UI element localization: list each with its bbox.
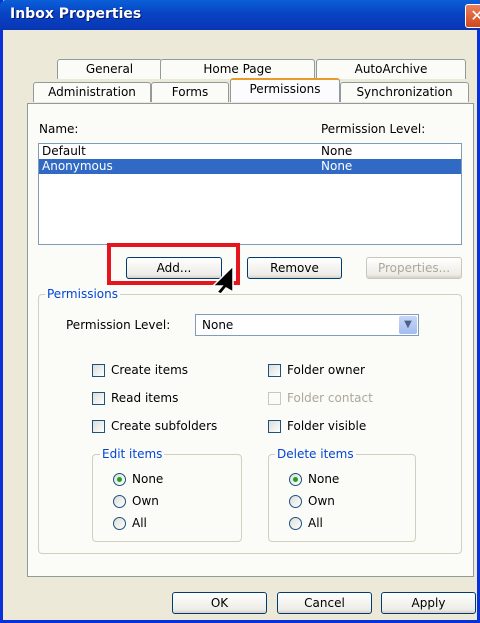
edit-items-none-radio[interactable] — [113, 473, 126, 486]
list-item-level: None — [321, 159, 353, 173]
delete-items-all-radio[interactable] — [289, 517, 302, 530]
delete-items-own-radio[interactable] — [289, 495, 302, 508]
read-items-checkbox[interactable] — [92, 392, 105, 405]
delete-items-none-radio[interactable] — [289, 473, 302, 486]
chevron-down-icon[interactable]: ▼ — [399, 316, 417, 334]
list-item-anonymous[interactable]: Anonymous None — [39, 159, 461, 174]
delete-items-legend: Delete items — [275, 447, 356, 461]
permissions-user-list[interactable]: Default None Anonymous None — [38, 143, 462, 245]
create-items-checkbox[interactable] — [92, 364, 105, 377]
list-item-default[interactable]: Default None — [39, 144, 461, 159]
name-column-header: Name: — [39, 122, 79, 136]
mouse-cursor-icon — [211, 264, 234, 294]
permission-level-label: Permission Level: — [66, 318, 171, 332]
edit-items-none-label: None — [132, 472, 164, 486]
list-item-name: Default — [42, 144, 86, 158]
tab-administration[interactable]: Administration — [33, 82, 151, 102]
create-items-label: Create items — [111, 363, 189, 377]
folder-contact-label: Folder contact — [287, 391, 373, 405]
tab-home-page[interactable]: Home Page — [160, 59, 315, 79]
list-item-level: None — [321, 144, 353, 158]
folder-visible-label: Folder visible — [287, 419, 367, 433]
list-item-name: Anonymous — [42, 159, 113, 173]
edit-items-all-radio[interactable] — [113, 517, 126, 530]
close-button[interactable]: ✕ — [465, 4, 480, 28]
folder-visible-checkbox[interactable] — [268, 420, 281, 433]
remove-button[interactable]: Remove — [247, 257, 342, 279]
edit-items-own-radio[interactable] — [113, 495, 126, 508]
permission-level-value: None — [202, 318, 234, 332]
properties-button[interactable]: Properties... — [366, 257, 462, 279]
permission-level-column-header: Permission Level: — [321, 122, 426, 136]
delete-items-none-label: None — [308, 472, 340, 486]
folder-contact-checkbox — [268, 392, 281, 405]
permission-level-select[interactable]: None ▼ — [195, 314, 419, 336]
title-bar[interactable]: Inbox Properties ✕ — [0, 0, 480, 30]
create-subfolders-label: Create subfolders — [111, 419, 218, 433]
apply-button[interactable]: Apply — [381, 592, 476, 614]
ok-button[interactable]: OK — [172, 592, 267, 614]
tab-general[interactable]: General — [57, 59, 162, 79]
create-subfolders-checkbox[interactable] — [92, 420, 105, 433]
folder-owner-checkbox[interactable] — [268, 364, 281, 377]
read-items-label: Read items — [111, 391, 179, 405]
delete-items-all-label: All — [308, 516, 323, 530]
tab-forms[interactable]: Forms — [151, 82, 229, 102]
tab-autoarchive[interactable]: AutoArchive — [316, 59, 466, 79]
edit-items-own-label: Own — [132, 494, 159, 508]
cancel-button[interactable]: Cancel — [277, 592, 372, 614]
edit-items-all-label: All — [132, 516, 147, 530]
permissions-group-legend: Permissions — [45, 287, 120, 301]
tab-permissions[interactable]: Permissions — [230, 78, 340, 102]
folder-owner-label: Folder owner — [287, 363, 365, 377]
delete-items-own-label: Own — [308, 494, 335, 508]
window-title: Inbox Properties — [10, 6, 142, 22]
edit-items-legend: Edit items — [100, 447, 165, 461]
tab-synchronization[interactable]: Synchronization — [340, 82, 469, 102]
